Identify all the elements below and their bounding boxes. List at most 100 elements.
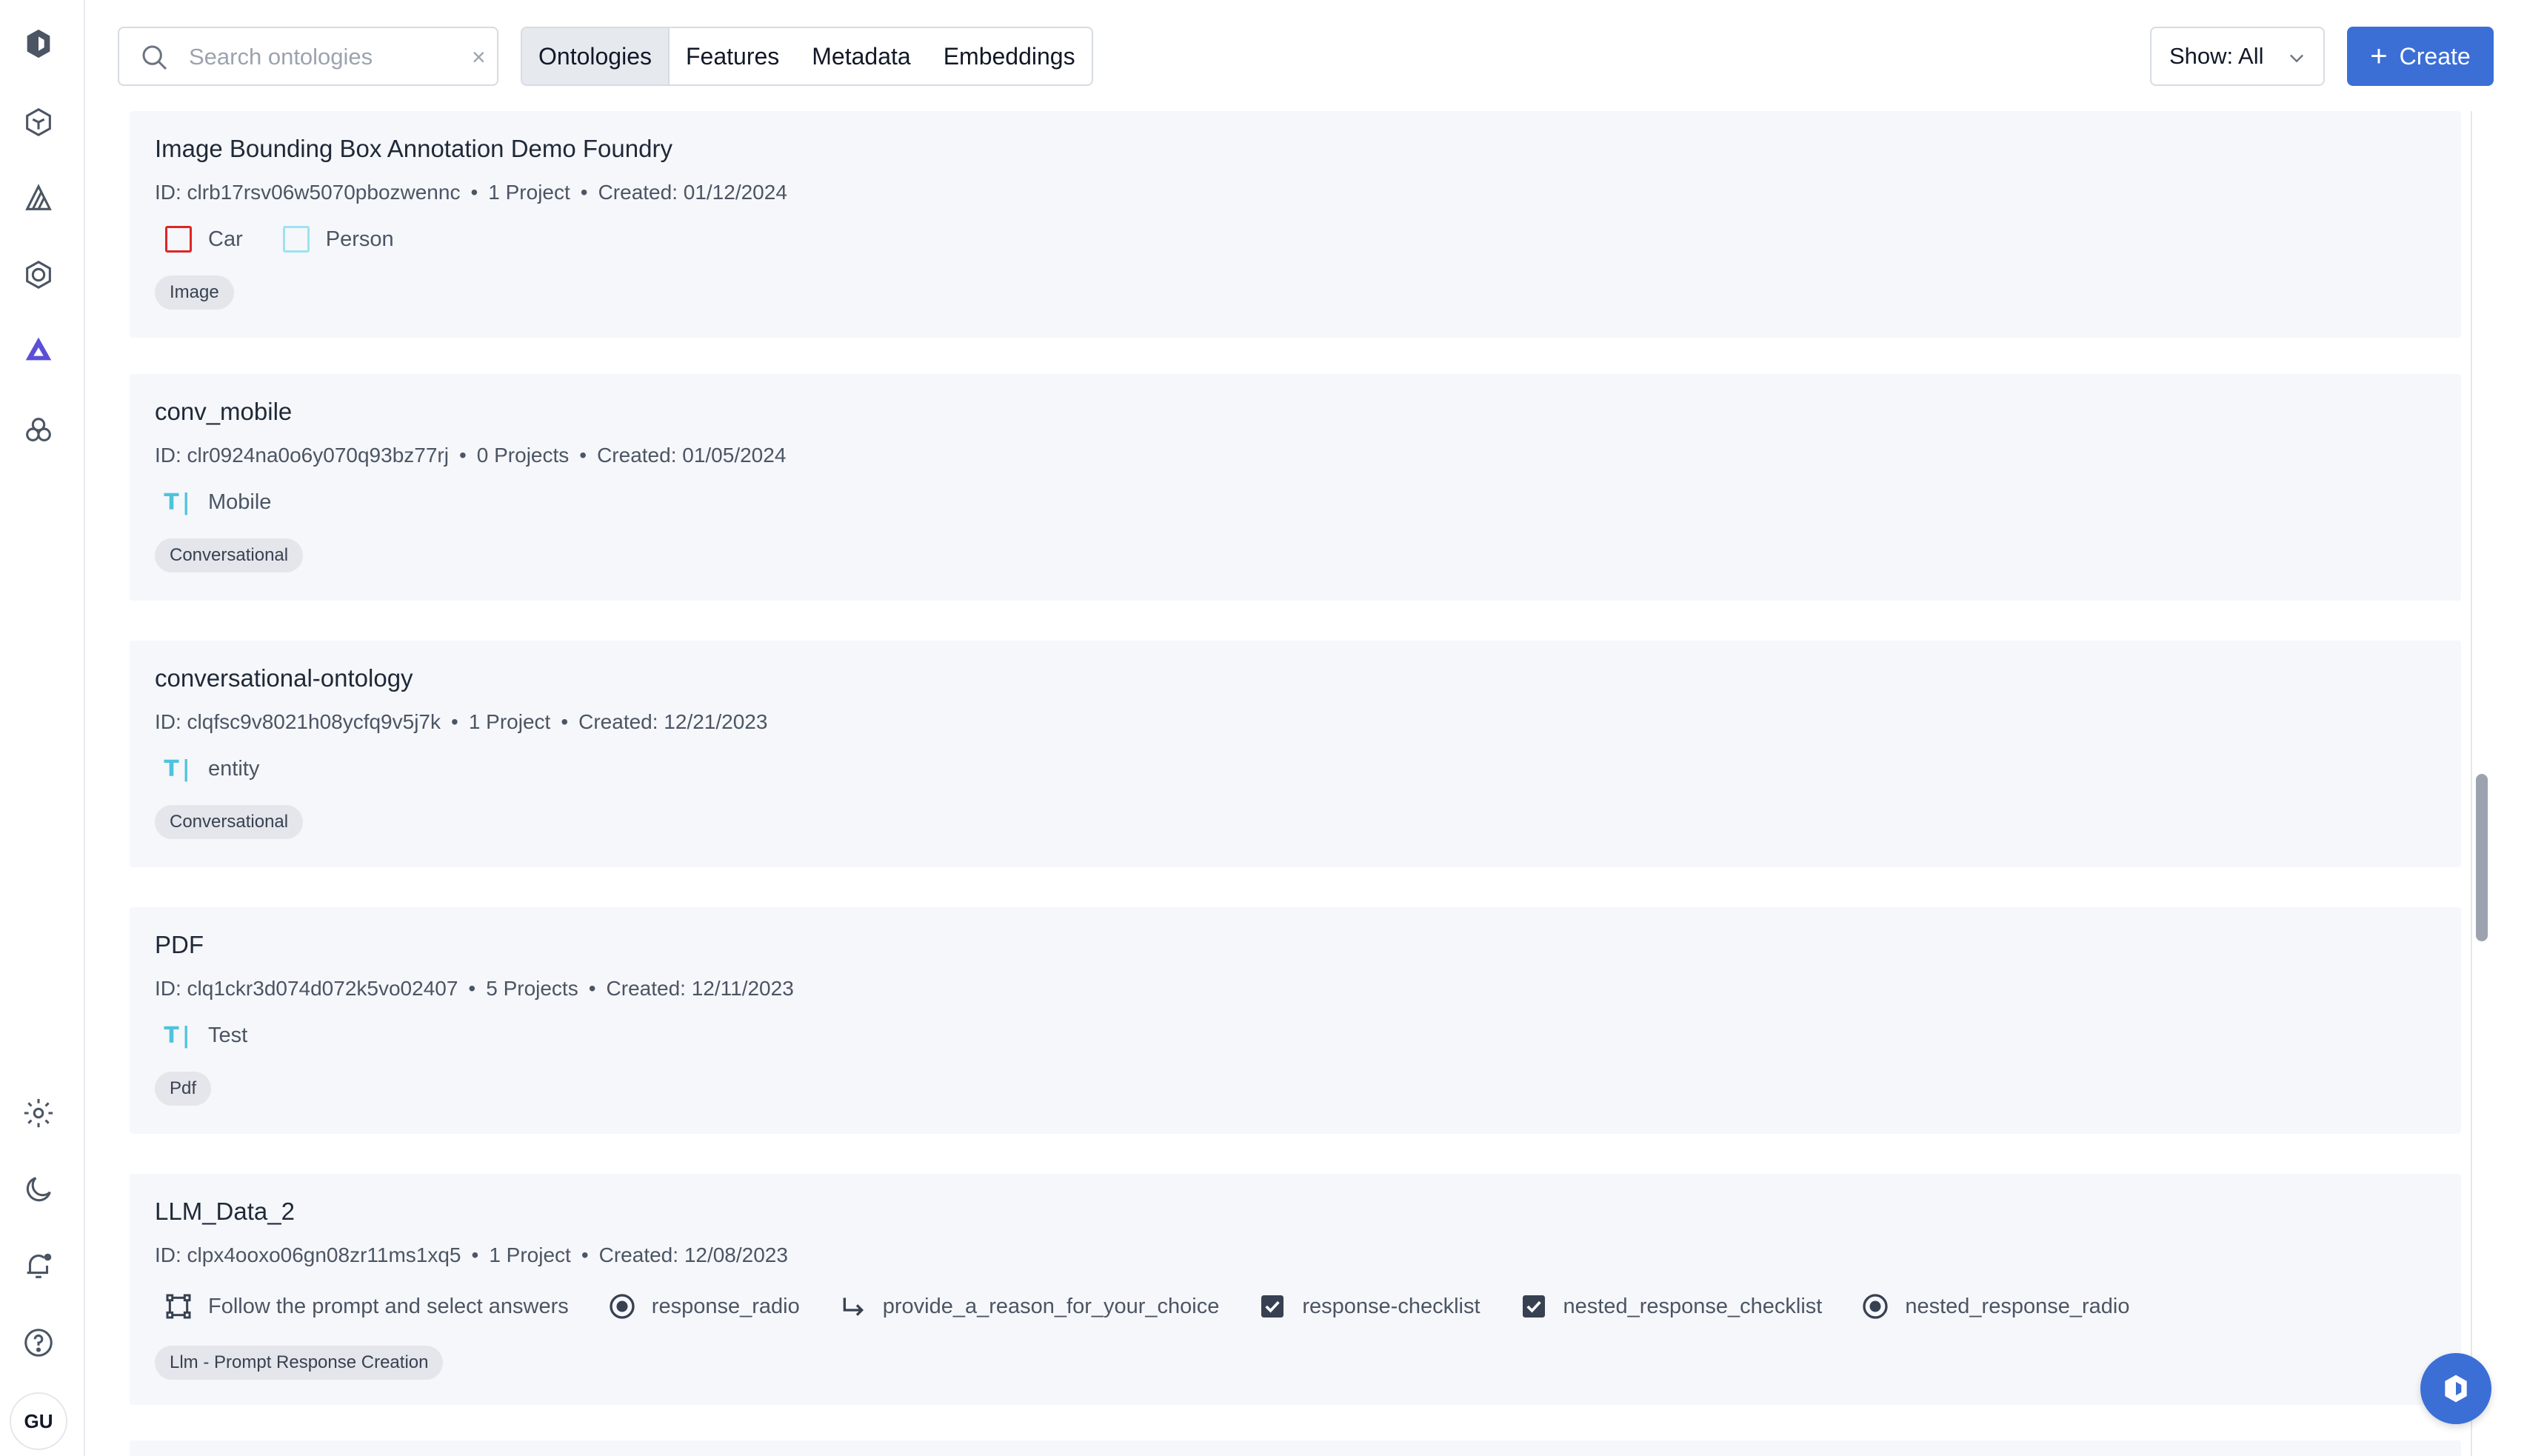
relation-box-icon [164, 1292, 193, 1321]
create-button-label: Create [2399, 42, 2471, 70]
ontology-card[interactable]: LLM_Data_2 ID: clpx4ooxo06gn08zr11ms1xq5… [130, 1174, 2461, 1405]
tab-ontologies[interactable]: Ontologies [522, 28, 670, 84]
feature-label: Person [325, 227, 394, 251]
create-button[interactable]: + Create [2347, 27, 2494, 86]
radio-icon [1860, 1292, 1890, 1321]
tab-features[interactable]: Features [670, 28, 795, 84]
feature-label: Car [208, 227, 243, 251]
tab-embeddings[interactable]: Embeddings [927, 28, 1092, 84]
bounding-box-red-icon [164, 224, 193, 254]
feature-item: Follow the prompt and select answers [155, 1292, 569, 1321]
ontology-meta: ID: clpx4ooxo06gn08zr11ms1xq5 • 1 Project •… [155, 1243, 788, 1266]
ontology-title[interactable]: conversational-ontology [155, 664, 413, 692]
ontology-card[interactable] [130, 1440, 2461, 1456]
scrollbar-track[interactable] [2471, 111, 2472, 1456]
help-icon[interactable] [21, 1326, 56, 1360]
ontology-card[interactable]: PDF ID: clq1ckr3d074d072k5vo02407 • 5 Proj… [130, 907, 2461, 1134]
ontology-meta: ID: clq1ckr3d074d072k5vo02407 • 5 Projects… [155, 977, 794, 1000]
feature-label: nested_response_radio [1905, 1294, 2130, 1318]
ontology-project-count: 1 Project [468, 710, 551, 733]
feature-list: T| Test [155, 1018, 277, 1052]
feature-label: Follow the prompt and select answers [208, 1294, 569, 1318]
ontology-id: ID: clqfsc9v8021h08ycfq9v5j7k [155, 710, 441, 733]
ontology-project-count: 1 Project [488, 181, 570, 204]
ontology-title[interactable]: conv_mobile [155, 398, 292, 426]
show-filter-label: Show: All [2169, 43, 2264, 69]
dark-mode-icon[interactable] [21, 1172, 56, 1206]
notifications-icon[interactable] [21, 1249, 56, 1283]
tab-metadata[interactable]: Metadata [795, 28, 927, 84]
feature-label: Mobile [208, 490, 272, 514]
feature-label: nested_response_checklist [1563, 1294, 1823, 1318]
media-type-tag: Pdf [155, 1072, 212, 1106]
ontology-created-date: Created: 01/12/2024 [598, 181, 787, 204]
ontology-card[interactable]: conversational-ontology ID: clqfsc9v8021… [130, 641, 2461, 867]
show-filter-dropdown[interactable]: Show: All [2150, 27, 2325, 86]
ontology-project-count: 1 Project [489, 1243, 571, 1266]
ontology-meta: ID: clrb17rsv06w5070pbozwennc • 1 Project •… [155, 181, 787, 204]
catalog-icon[interactable] [21, 105, 56, 139]
feature-list: Car Person [155, 222, 424, 256]
search-icon [142, 45, 167, 70]
support-chat-button[interactable] [2420, 1353, 2491, 1424]
annotate-icon[interactable] [21, 181, 56, 215]
ontology-meta: ID: clr0924na0o6y070q93bz77rj • 0 Projects… [155, 444, 787, 467]
search-box: × [118, 27, 498, 86]
ontology-meta: ID: clqfsc9v8021h08ycfq9v5j7k • 1 Project •… [155, 710, 768, 733]
text-icon: T| [164, 1022, 193, 1049]
view-tabs: Ontologies Features Metadata Embeddings [521, 27, 1093, 86]
ontology-title[interactable]: PDF [155, 931, 204, 959]
checkbox-icon [1519, 1292, 1549, 1321]
ontology-title[interactable]: Image Bounding Box Annotation Demo Found… [155, 135, 672, 163]
plus-icon: + [2370, 40, 2388, 73]
media-type-tag: Conversational [155, 805, 304, 839]
ontology-active-icon[interactable] [21, 332, 56, 366]
feature-item: T| Test [155, 1021, 247, 1050]
ontology-project-count: 5 Projects [486, 977, 578, 1000]
feature-label: provide_a_reason_for_your_choice [882, 1294, 1220, 1318]
feature-label: entity [208, 756, 260, 781]
ontology-card[interactable]: Image Bounding Box Annotation Demo Found… [130, 111, 2461, 338]
feature-list: T| Mobile [155, 485, 301, 519]
app-logo-icon [2445, 1375, 2467, 1403]
clear-search-icon[interactable]: × [472, 44, 486, 70]
feature-label: response_radio [651, 1294, 800, 1318]
model-icon[interactable] [21, 258, 56, 292]
ontology-created-date: Created: 01/05/2024 [597, 444, 787, 467]
ontology-title[interactable]: LLM_Data_2 [155, 1198, 295, 1226]
feature-item: Person [273, 224, 394, 254]
feature-item: T| entity [155, 754, 259, 784]
ontology-id: ID: clrb17rsv06w5070pbozwennc [155, 181, 461, 204]
workflows-icon[interactable] [21, 413, 56, 447]
search-input[interactable] [189, 39, 433, 76]
feature-item: response-checklist [1249, 1292, 1481, 1321]
ontology-created-date: Created: 12/11/2023 [606, 977, 794, 1000]
user-avatar[interactable]: GU [10, 1392, 67, 1450]
ontology-card[interactable]: conv_mobile ID: clr0924na0o6y070q93bz77r… [130, 374, 2461, 601]
text-icon: T| [164, 489, 193, 515]
media-type-tag: Conversational [155, 538, 304, 572]
app-logo-icon[interactable] [21, 27, 56, 61]
ontology-id: ID: clpx4ooxo06gn08zr11ms1xq5 [155, 1243, 461, 1266]
ontology-id: ID: clq1ckr3d074d072k5vo02407 [155, 977, 458, 1000]
feature-item: Car [155, 224, 243, 254]
nested-arrow-icon [838, 1292, 868, 1321]
chevron-down-icon [2290, 54, 2303, 63]
media-type-tag: Image [155, 275, 234, 310]
ontology-project-count: 0 Projects [476, 444, 570, 467]
bounding-box-cyan-icon [281, 224, 311, 254]
feature-list: Follow the prompt and select answers res… [155, 1289, 2159, 1323]
scrollbar-thumb[interactable] [2476, 774, 2488, 941]
feature-label: response-checklist [1302, 1294, 1481, 1318]
settings-icon[interactable] [21, 1096, 56, 1130]
feature-list: T| entity [155, 752, 289, 786]
feature-item: response_radio [598, 1292, 800, 1321]
feature-item: nested_response_radio [1852, 1292, 2129, 1321]
feature-item: T| Mobile [155, 487, 271, 517]
ontology-created-date: Created: 12/08/2023 [598, 1243, 788, 1266]
media-type-tag: Llm - Prompt Response Creation [155, 1346, 444, 1380]
checkbox-icon [1258, 1292, 1287, 1321]
feature-item: nested_response_checklist [1510, 1292, 1823, 1321]
feature-item: provide_a_reason_for_your_choice [829, 1292, 1220, 1321]
feature-label: Test [208, 1023, 248, 1047]
